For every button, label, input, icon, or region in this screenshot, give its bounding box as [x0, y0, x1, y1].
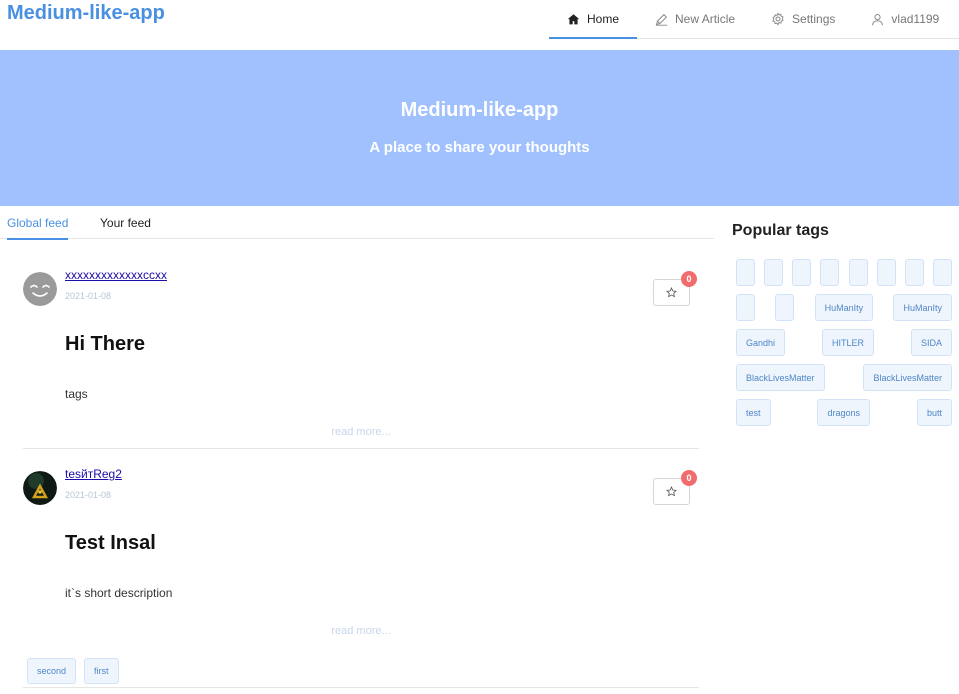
feed-tabs: Global feed Your feed [0, 206, 714, 240]
nav-profile[interactable]: vlad1199 [853, 0, 957, 38]
nav-home[interactable]: Home [549, 0, 638, 39]
main-nav: Home New Article Settings vlad1199 [549, 0, 959, 39]
nav-new-article[interactable]: New Article [637, 0, 753, 38]
favorites-count-badge: 0 [681, 271, 697, 287]
avatar[interactable] [23, 471, 57, 505]
popular-tag[interactable]: dragons [817, 399, 871, 426]
nav-settings-label: Settings [792, 12, 836, 26]
article-date: 2021-01-08 [65, 490, 112, 500]
hero-banner: Medium-like-app A place to share your th… [0, 50, 959, 206]
popular-tag[interactable]: HuManIty [814, 294, 874, 321]
nav-profile-label: vlad1199 [891, 12, 940, 26]
article-date: 2021-01-08 [65, 291, 112, 301]
nav-home-label: Home [587, 12, 620, 26]
favorite-button[interactable]: 0 [653, 470, 697, 505]
article-card: xxxxxxxxxxxxxccxx 2021-01-08 0 Hi There … [23, 254, 699, 449]
banner-subtitle: A place to share your thoughts [369, 139, 590, 156]
gear-icon [772, 12, 784, 26]
popular-tag[interactable] [876, 259, 896, 286]
user-icon [872, 13, 884, 25]
article-description: tags [65, 387, 88, 401]
popular-tag[interactable]: HuManIty [893, 294, 952, 321]
popular-tag[interactable]: HITLER [822, 329, 875, 356]
article-tag[interactable]: first [84, 658, 119, 684]
tag-row: HuManIty HuManIty [736, 294, 952, 321]
article-card: tesйтReg2 2021-01-08 0 Test Insal it`s s… [23, 453, 699, 688]
tag-row: BlackLivesMatter BlackLivesMatter [736, 364, 952, 391]
popular-tag[interactable]: SIDA [910, 329, 952, 356]
article-title[interactable]: Hi There [65, 333, 145, 356]
popular-tag[interactable]: BlackLivesMatter [736, 364, 825, 391]
popular-tag[interactable] [736, 259, 755, 286]
article-title[interactable]: Test Insal [65, 532, 156, 555]
star-icon [666, 287, 677, 298]
article-tag[interactable]: second [27, 658, 77, 684]
popular-tag[interactable] [932, 259, 952, 286]
nav-settings[interactable]: Settings [753, 0, 853, 38]
author-link[interactable]: tesйтReg2 [65, 467, 122, 481]
favorites-count-badge: 0 [681, 470, 697, 486]
favorite-button[interactable]: 0 [653, 271, 697, 306]
avatar[interactable] [23, 272, 57, 306]
triangle-avatar-icon [23, 471, 57, 505]
article-description: it`s short description [65, 586, 173, 600]
read-more-link[interactable]: read more... [23, 426, 699, 438]
tag-row [736, 259, 952, 286]
popular-tags-title: Popular tags [732, 222, 829, 239]
pencil-icon [655, 13, 668, 26]
tag-row: test dragons butt [736, 399, 952, 426]
home-icon [567, 13, 580, 24]
popular-tag[interactable] [736, 294, 755, 321]
popular-tag[interactable]: butt [916, 399, 952, 426]
brand-logo-link[interactable]: Medium-like-app [7, 2, 165, 25]
popular-tag[interactable]: BlackLivesMatter [863, 364, 952, 391]
popular-tag[interactable]: test [736, 399, 771, 426]
read-more-link[interactable]: read more... [23, 625, 699, 637]
article-tag-list: second first [27, 658, 119, 684]
popular-tag[interactable] [904, 259, 924, 286]
star-icon [666, 486, 677, 497]
popular-tag[interactable] [848, 259, 868, 286]
top-header: Medium-like-app Home New Article Setting… [0, 0, 959, 39]
popular-tag[interactable] [792, 259, 812, 286]
popular-tag-list: HuManIty HuManIty Gandhi HITLER SIDA Bla… [736, 259, 952, 434]
popular-tag[interactable] [775, 294, 795, 321]
tab-your-feed[interactable]: Your feed [100, 216, 151, 238]
popular-tag[interactable]: Gandhi [736, 329, 786, 356]
tab-global-feed[interactable]: Global feed [7, 216, 69, 240]
tag-row: Gandhi HITLER SIDA [736, 329, 952, 356]
popular-tag[interactable] [820, 259, 840, 286]
nav-new-article-label: New Article [675, 12, 736, 26]
smiley-avatar-icon [23, 272, 57, 306]
popular-tag[interactable] [764, 259, 784, 286]
banner-title: Medium-like-app [400, 99, 559, 121]
author-link[interactable]: xxxxxxxxxxxxxccxx [65, 268, 167, 282]
